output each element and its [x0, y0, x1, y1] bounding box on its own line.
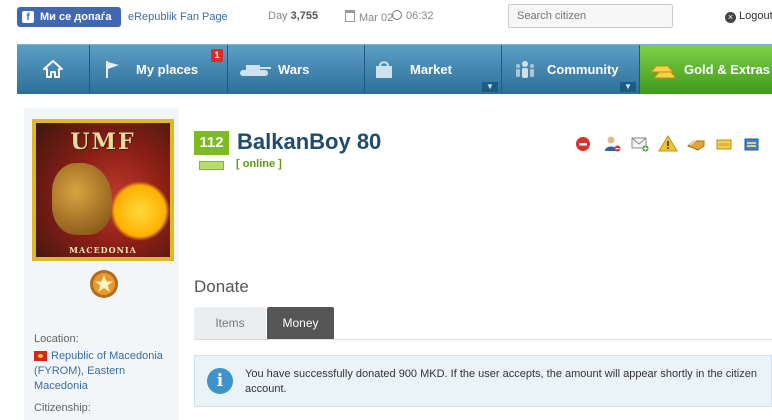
game-day: Day 3,755: [268, 10, 318, 22]
online-status: [ online ]: [236, 158, 282, 170]
avatar-image: UMF MACEDONIA: [36, 123, 170, 257]
fan-page-link[interactable]: eRepublik Fan Page: [128, 11, 228, 23]
donate-items-icon[interactable]: [686, 134, 706, 154]
donate-money-icon[interactable]: [714, 134, 734, 154]
top-bar: f Ми се допаѓа eRepublik Fan Page Day 3,…: [0, 0, 772, 36]
logout-icon: ×: [725, 12, 736, 23]
nav-my-places[interactable]: My places: [90, 45, 228, 94]
tank-icon: [240, 65, 271, 76]
nav-wars-label: Wars: [278, 62, 310, 77]
nav-community[interactable]: Community ▼: [502, 45, 640, 94]
chevron-down-icon[interactable]: ▼: [620, 82, 636, 92]
tab-items[interactable]: Items: [194, 307, 266, 339]
send-message-icon[interactable]: [630, 134, 650, 154]
add-friend-icon[interactable]: [602, 134, 622, 154]
search-citizen-input[interactable]: [508, 4, 673, 28]
nav-my-places-label: My places: [136, 62, 199, 77]
gold-bars-icon: [649, 65, 678, 79]
game-time: 06:32: [392, 10, 434, 22]
game-date: Mar 02: [345, 10, 393, 24]
avatar[interactable]: UMF MACEDONIA: [32, 119, 174, 261]
time-value: 06:32: [406, 10, 434, 22]
citizen-name: BalkanBoy 80: [237, 129, 382, 154]
day-label: Day: [268, 10, 288, 22]
nav-gold-extras[interactable]: Gold & Extras: [640, 45, 772, 94]
block-icon[interactable]: [573, 134, 593, 154]
report-icon[interactable]: [658, 134, 678, 154]
citizenship-label: Citizenship:: [34, 402, 91, 414]
date-value: Mar 02: [359, 12, 394, 24]
chevron-down-icon[interactable]: ▼: [482, 82, 498, 92]
tab-divider: [194, 339, 772, 340]
exchange-icon[interactable]: [742, 134, 762, 154]
people-icon: [516, 61, 534, 78]
level-progress-bar: [199, 161, 224, 170]
nav-home[interactable]: [17, 45, 90, 94]
medal-icon[interactable]: [86, 268, 122, 300]
level-badge: 112: [194, 131, 229, 155]
nav-market[interactable]: Market ▼: [365, 45, 502, 94]
location-label: Location:: [34, 333, 79, 345]
flag-icon: [106, 61, 119, 78]
day-value: 3,755: [290, 10, 319, 22]
avatar-caption: MACEDONIA: [69, 245, 137, 255]
home-icon: [43, 60, 63, 78]
facebook-like-label: Ми се допаѓа: [40, 11, 112, 23]
facebook-thumb-icon: f: [22, 11, 34, 23]
info-icon: i: [207, 368, 233, 394]
notification-badge: 1: [211, 49, 223, 62]
vergina-sun-graphic: [110, 181, 170, 241]
main-nav: My places 1 Wars Market ▼ Community ▼ Go…: [17, 44, 772, 94]
nav-wars[interactable]: Wars: [228, 45, 365, 94]
avatar-title: UMF: [70, 129, 136, 155]
tab-money[interactable]: Money: [267, 307, 334, 339]
profile-actions: [570, 134, 770, 154]
nav-market-label: Market: [410, 62, 452, 77]
clock-icon: [392, 10, 402, 20]
logout-label: Logout: [739, 10, 772, 22]
donate-heading: Donate: [194, 277, 249, 296]
lion-graphic: [52, 163, 112, 235]
nav-community-label: Community: [547, 62, 619, 77]
calendar-icon: [345, 10, 355, 22]
facebook-like-button[interactable]: f Ми се допаѓа: [17, 7, 121, 27]
logout-link[interactable]: × Logout: [725, 10, 772, 23]
success-message-text: You have successfully donated 900 MKD. I…: [245, 368, 757, 395]
success-message-box: i You have successfully donated 900 MKD.…: [194, 355, 772, 407]
location-link[interactable]: Republic of Macedonia (FYROM), Eastern M…: [34, 349, 174, 394]
shopping-bag-icon: [376, 61, 392, 78]
nav-gold-extras-label: Gold & Extras: [684, 62, 770, 77]
